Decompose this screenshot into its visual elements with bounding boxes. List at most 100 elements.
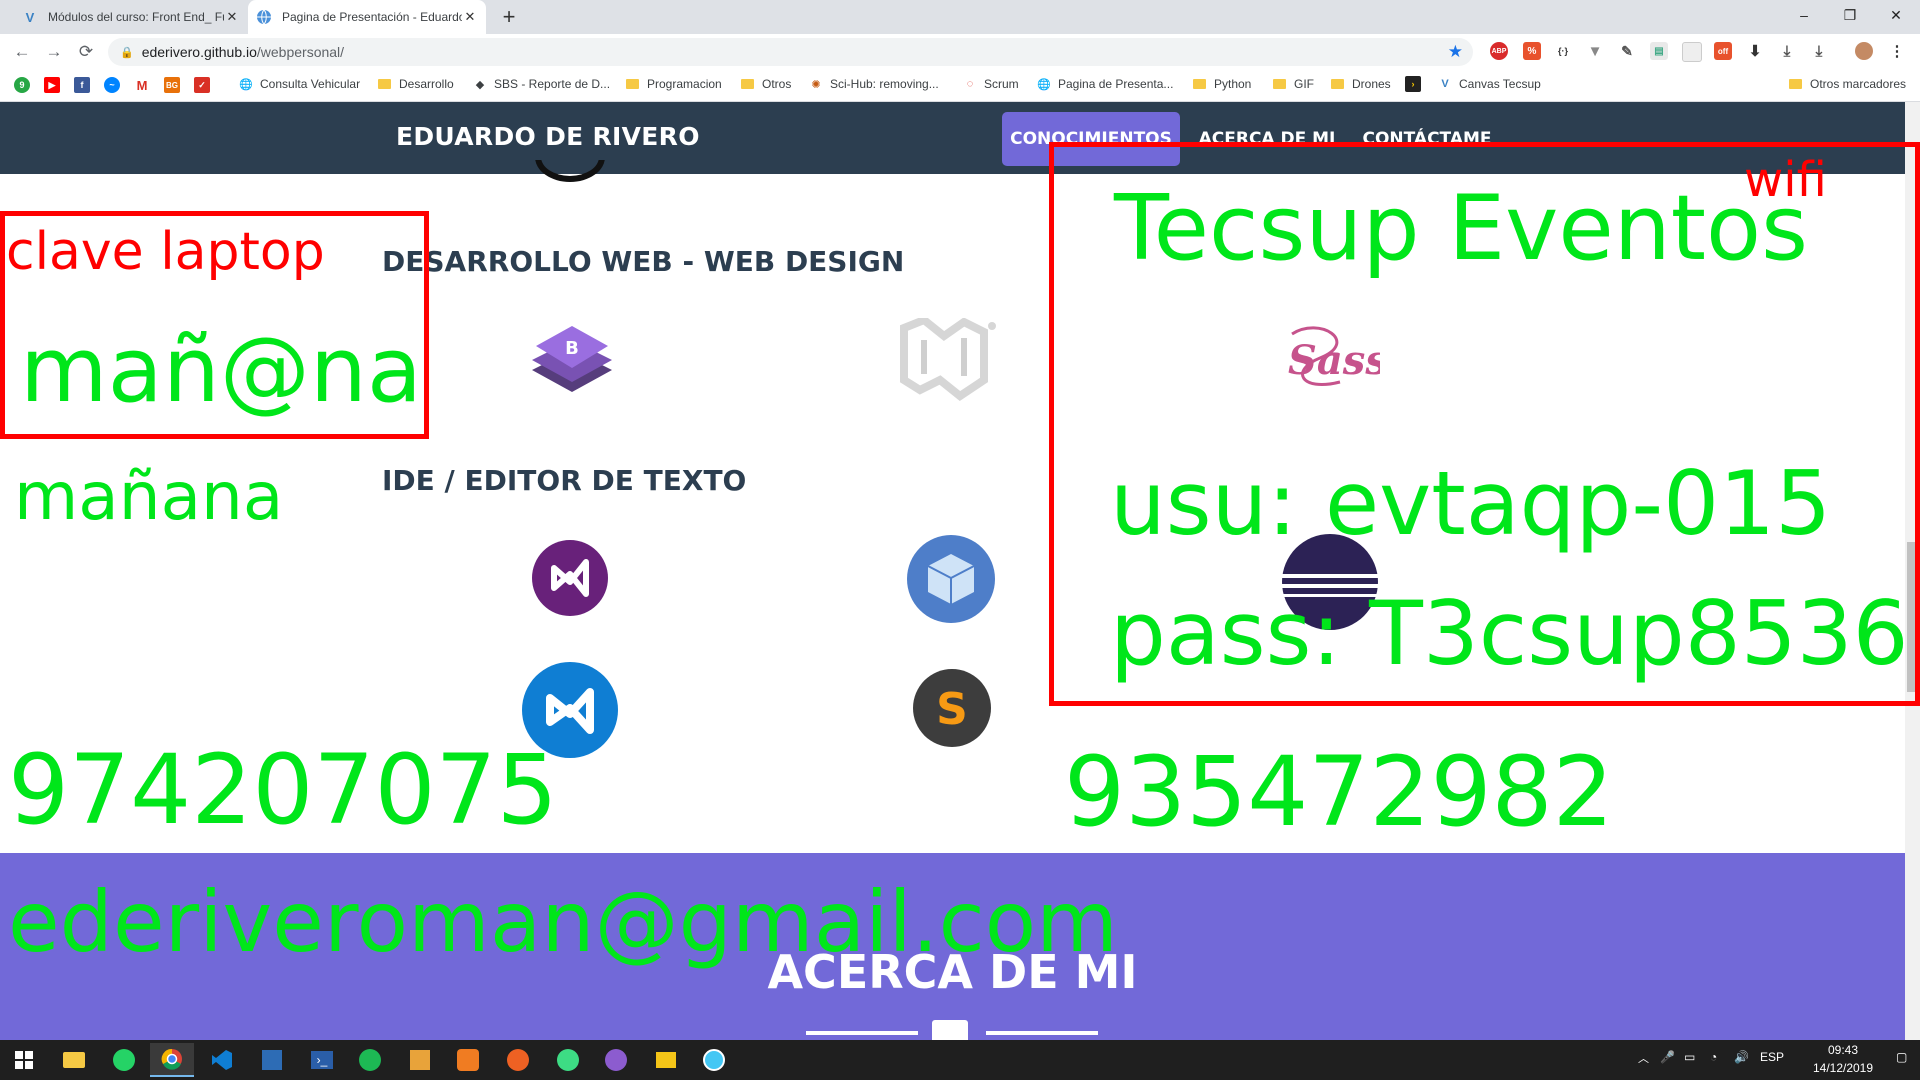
bookmark-label: Desarrollo [399,77,454,91]
profile-avatar[interactable] [1855,42,1873,60]
whatsapp-icon[interactable] [102,1043,146,1077]
tray-expand-icon[interactable]: ︿ [1638,1050,1649,1066]
bookmark-drones[interactable]: Drones [1331,74,1391,94]
site-brand[interactable]: EDUARDO DE RIVERO [396,122,700,151]
windows-start-icon[interactable] [2,1043,46,1077]
chrome-menu-icon[interactable]: ⋮ [1888,42,1906,60]
back-icon[interactable]: ← [10,40,34,64]
bookmark-scrum[interactable]: ◌ Scrum [962,74,1019,94]
bookmark-scihub[interactable]: ✺ Sci-Hub: removing... [808,74,939,94]
extension-brackets-icon[interactable]: {·} [1554,42,1572,60]
annotation-email: ederiveroman@gmail.com [8,873,1118,971]
bookmark-sbs[interactable]: ◆ SBS - Reporte de D... [472,74,610,94]
app-round-icon[interactable] [692,1043,736,1077]
microphone-icon[interactable]: 🎤 [1660,1050,1675,1064]
battery-icon[interactable]: ▭ [1684,1050,1695,1064]
xampp-icon[interactable] [446,1043,490,1077]
youtube-icon[interactable]: ▶ [44,77,60,93]
bookmark-desarrollo[interactable]: Desarrollo [378,74,454,94]
bookmark-label: Pagina de Presenta... [1058,77,1174,91]
bookmark-label: Drones [1352,77,1391,91]
globe-favicon-icon [256,9,272,25]
extension-funnel-icon[interactable]: ▼ [1586,42,1604,60]
divider-line-right [986,1031,1098,1035]
forward-icon[interactable]: → [42,40,66,64]
download-alt-icon[interactable]: ⤓ [1810,42,1828,60]
tab-title: Módulos del curso: Front End_ Fu [48,10,224,24]
vscode-taskbar-icon[interactable] [200,1043,244,1077]
bootstrap-icon: B [528,320,616,405]
folder-icon [378,79,391,89]
extension-blank-icon[interactable] [1682,42,1702,62]
close-window-button[interactable]: ✕ [1873,0,1919,30]
extension-sheet-icon[interactable]: ▤ [1650,42,1668,60]
clock-time[interactable]: 09:43 [1808,1043,1878,1057]
app-yellow-icon[interactable] [644,1043,688,1077]
file-explorer-icon[interactable] [52,1043,96,1077]
maximize-button[interactable]: ❐ [1827,0,1873,30]
tab-close-icon[interactable]: ✕ [224,9,240,25]
box-icon [906,534,996,629]
pencil-app-icon[interactable] [496,1043,540,1077]
bookmark-pagina-presentacion[interactable]: 🌐 Pagina de Presenta... [1036,74,1173,94]
svg-text:S: S [936,684,968,735]
app-9-icon[interactable]: 9 [14,77,30,93]
bookmark-extra[interactable]: › [1405,74,1421,94]
bg-icon[interactable]: BG [164,77,180,93]
download-arrow-icon[interactable]: ⬇ [1746,42,1764,60]
spotify-icon[interactable] [348,1043,392,1077]
minimize-button[interactable]: – [1781,0,1827,30]
folder-icon [1331,79,1344,89]
section-title-web-design: DESARROLLO WEB - WEB DESIGN [382,245,905,278]
materialize-icon [900,315,1004,407]
annotation-clave-laptop: clave laptop [6,222,325,282]
bookmark-programacion[interactable]: Programacion [626,74,722,94]
reload-icon[interactable]: ⟳ [74,40,98,64]
id-card-icon [932,1020,968,1040]
powershell-icon[interactable]: ›_ [300,1043,344,1077]
sublime-icon: S [912,668,992,753]
globe-icon: 🌐 [239,78,253,91]
extension-off-icon[interactable]: off [1714,42,1732,60]
bookmark-otros-marcadores[interactable]: Otros marcadores [1789,74,1906,94]
language-indicator[interactable]: ESP [1760,1050,1784,1064]
tab-presentation-page[interactable]: Pagina de Presentación - Eduardo ✕ [248,0,486,34]
adblock-icon[interactable]: ABP [1490,42,1508,60]
bookmark-gif[interactable]: GIF [1273,74,1314,94]
download-icon[interactable]: ⤓ [1778,42,1796,60]
facebook-icon[interactable]: f [74,77,90,93]
wifi-icon[interactable]: ◔ [1710,1050,1717,1064]
clock-date[interactable]: 14/12/2019 [1800,1061,1886,1075]
pocket-icon[interactable]: ✓ [194,77,210,93]
bookmark-canvas-tecsup[interactable]: V Canvas Tecsup [1437,74,1541,94]
eyedropper-icon[interactable]: ✎ [1618,42,1636,60]
new-tab-button[interactable]: + [496,4,522,30]
url-path: /webpersonal/ [256,44,345,60]
excel-file-icon[interactable] [398,1043,442,1077]
arrow-app-icon: › [1405,76,1421,92]
bookmark-star-icon[interactable]: ★ [1448,42,1463,62]
chrome-taskbar-icon[interactable] [150,1043,194,1077]
tab-course-modules[interactable]: V Módulos del curso: Front End_ Fu ✕ [14,0,248,34]
gmail-icon[interactable]: M [134,77,150,93]
address-bar[interactable]: 🔒 ederivero.github.io/webpersonal/ ★ [108,38,1473,66]
bookmark-label: Python [1214,77,1252,91]
android-studio-icon[interactable] [546,1043,590,1077]
volume-icon[interactable]: 🔊 [1734,1050,1749,1064]
bookmark-python[interactable]: Python [1193,74,1251,94]
notification-icon[interactable]: ▢ [1896,1050,1907,1064]
annotation-user: usu: evtaqp-015 [1110,452,1832,555]
bookmark-label: Sci-Hub: removing... [830,77,939,91]
divider-line-left [806,1031,918,1035]
app-blue-icon[interactable] [250,1043,294,1077]
tab-close-icon[interactable]: ✕ [462,9,478,25]
section-title-ide: IDE / EDITOR DE TEXTO [382,464,747,497]
bookmark-consulta-vehicular[interactable]: 🌐 Consulta Vehicular [238,74,360,94]
app-purple-icon[interactable] [594,1043,638,1077]
extension-orange-icon[interactable]: % [1523,42,1541,60]
bookmark-otros[interactable]: Otros [741,74,791,94]
folder-icon [741,79,754,89]
annotation-password-2: mañana [14,458,284,535]
messenger-icon[interactable]: ~ [104,77,120,93]
bookmark-label: Otros [762,77,792,91]
